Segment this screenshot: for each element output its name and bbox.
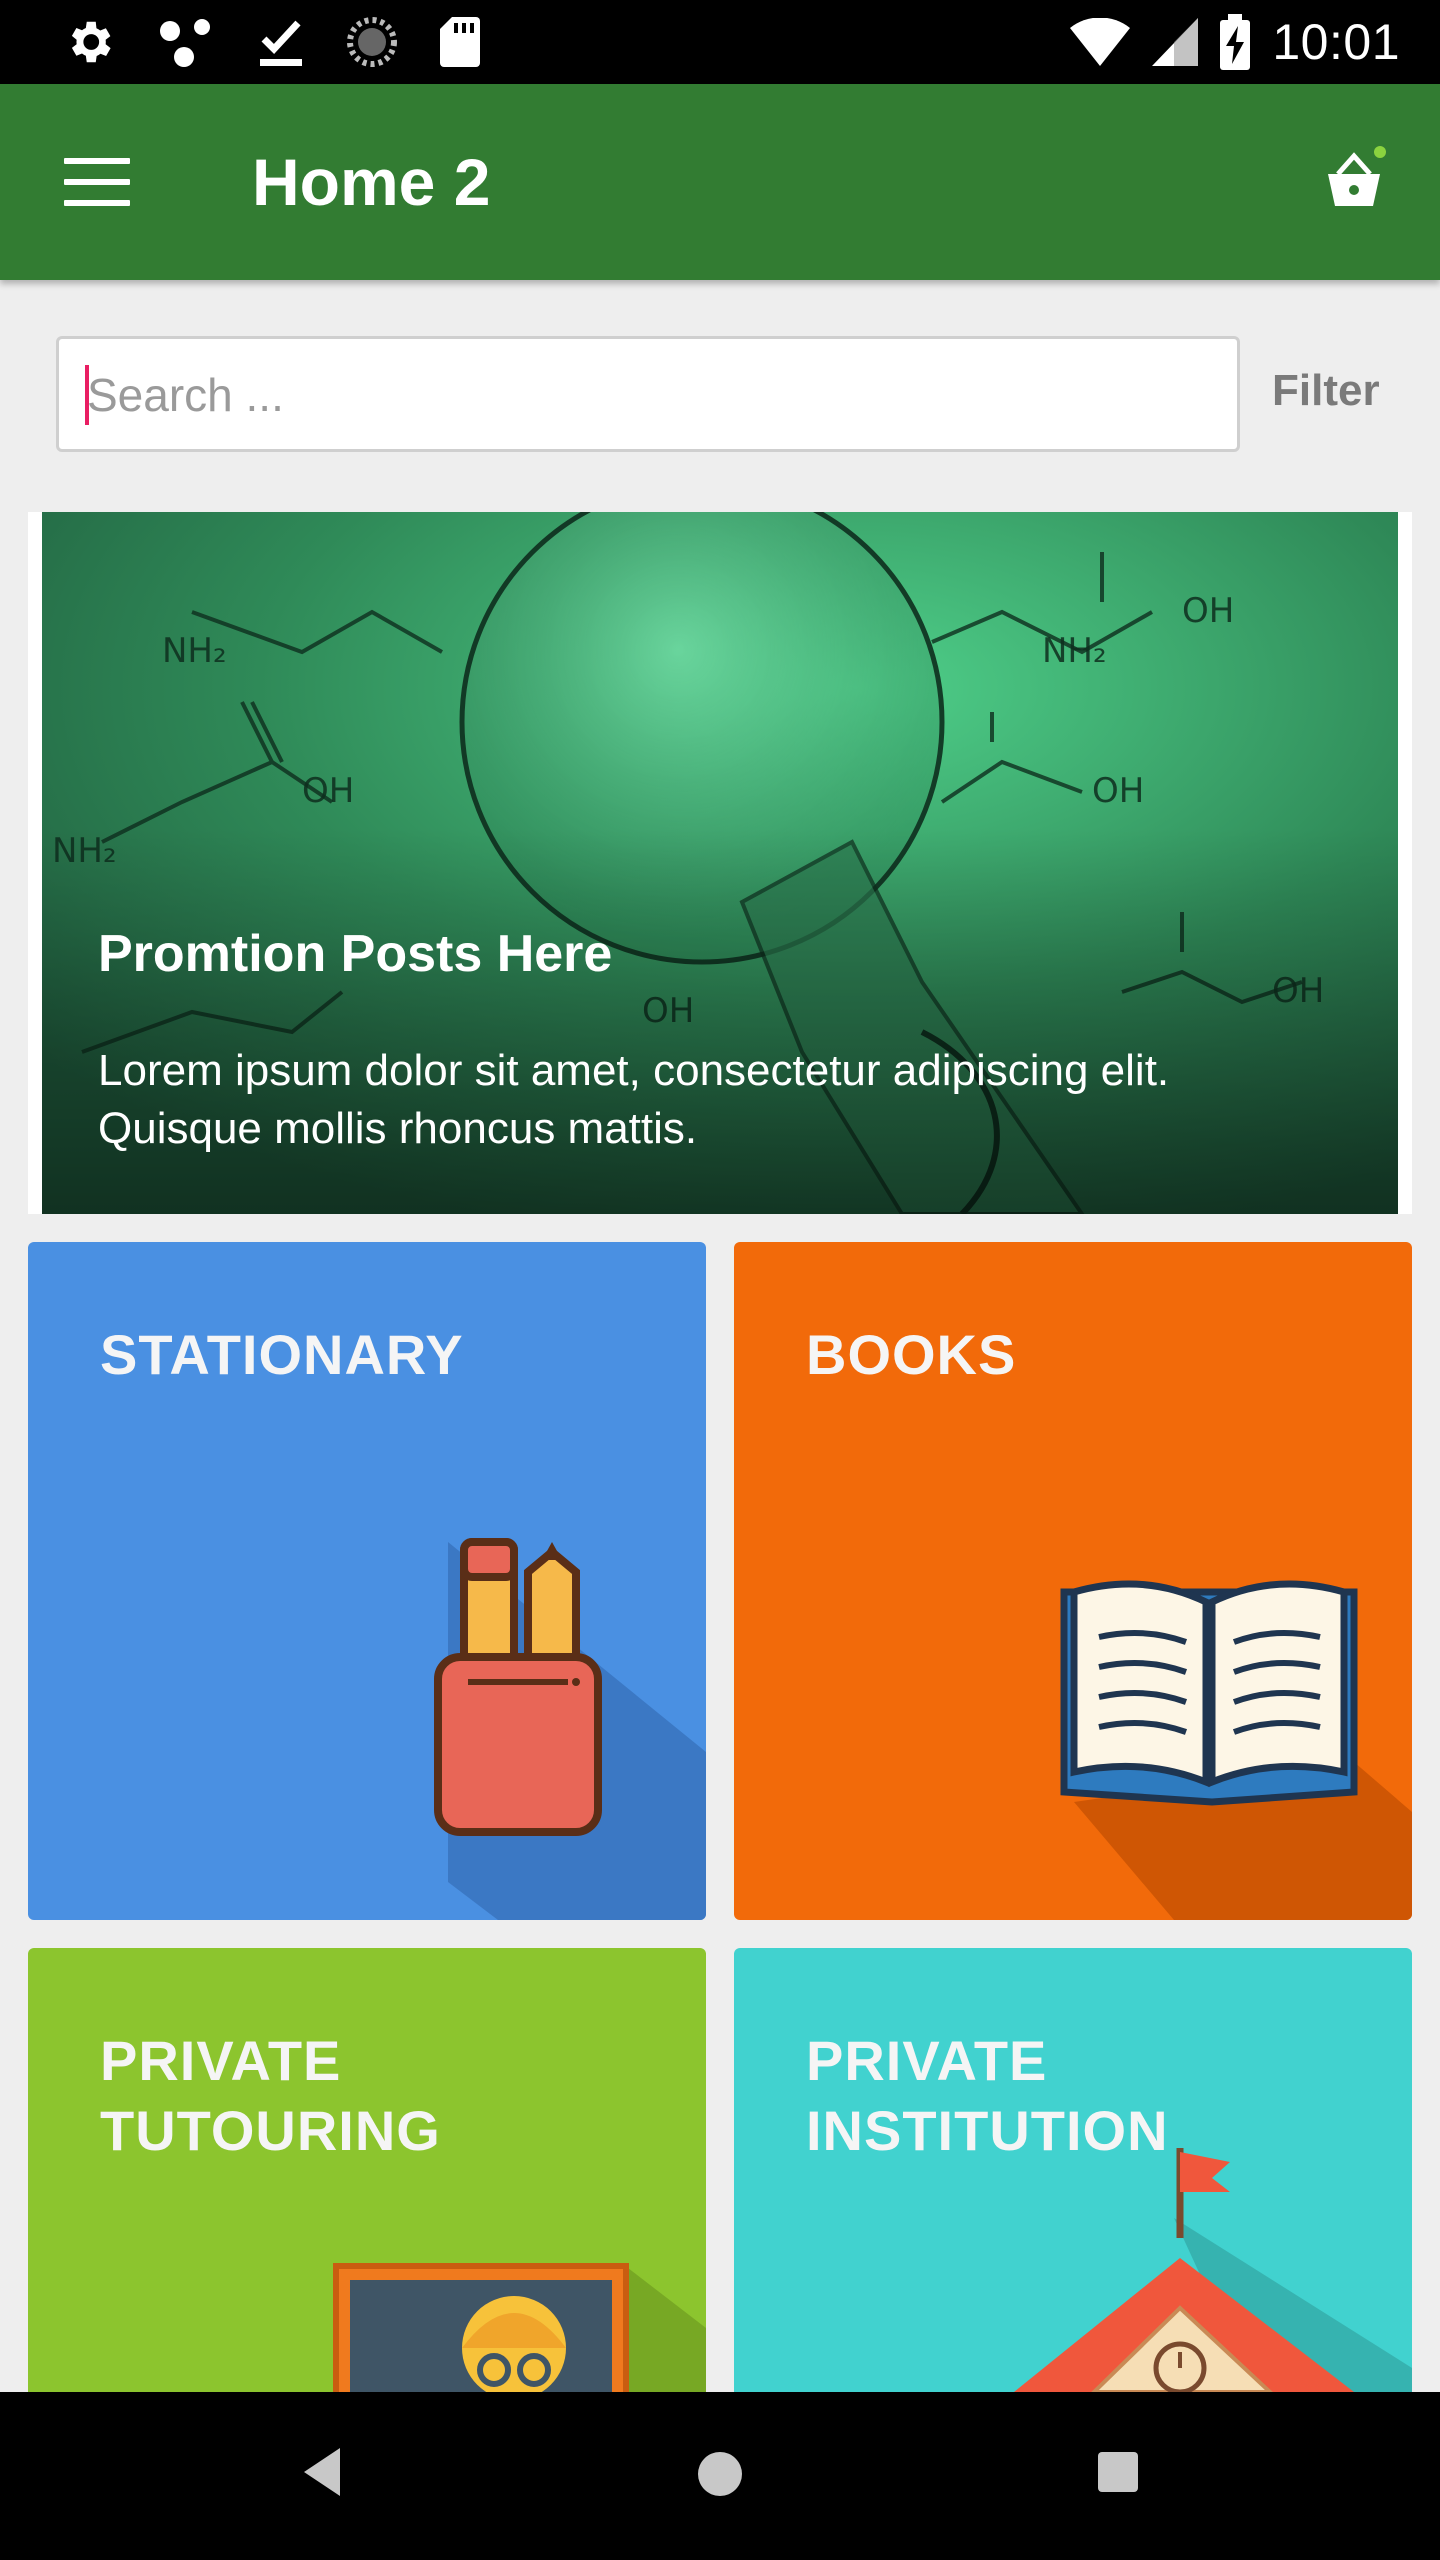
category-tile-stationary[interactable]: STATIONARY xyxy=(28,1242,706,1920)
category-label: PRIVATE TUTOURING xyxy=(100,2029,441,2162)
filter-button[interactable]: Filter xyxy=(1272,366,1380,416)
category-tile-books[interactable]: BOOKS xyxy=(734,1242,1412,1920)
settings-icon xyxy=(71,21,111,63)
hamburger-menu-icon[interactable] xyxy=(64,158,130,206)
download-done-icon xyxy=(260,20,302,66)
promotion-description: Lorem ipsum dolor sit amet, consectetur … xyxy=(98,1046,1170,1153)
category-tile-private-institution[interactable]: PRIVATE INSTITUTION xyxy=(734,1948,1412,2392)
sd-card-icon xyxy=(440,17,480,67)
home-icon[interactable] xyxy=(696,2450,744,2498)
category-label: PRIVATE INSTITUTION xyxy=(806,2029,1169,2162)
text-cursor xyxy=(85,365,89,425)
status-time: 10:01 xyxy=(1272,14,1400,70)
category-label: STATIONARY xyxy=(100,1323,464,1386)
dots-icon xyxy=(160,19,210,67)
school-building-icon xyxy=(1014,2148,1412,2392)
cart-badge xyxy=(1374,146,1386,158)
navigation-bar xyxy=(0,2392,1440,2560)
tutor-board-icon xyxy=(333,2263,706,2392)
page-title: Home 2 xyxy=(252,145,491,219)
status-right-icons: 10:01 xyxy=(1070,10,1400,74)
search-input[interactable] xyxy=(85,339,1209,451)
category-tile-private-tutouring[interactable]: PRIVATE TUTOURING xyxy=(28,1948,706,2392)
back-icon[interactable] xyxy=(298,2444,344,2500)
signal-icon xyxy=(1152,18,1199,66)
status-left-icons xyxy=(62,14,480,70)
wifi-icon xyxy=(1070,18,1131,66)
category-label: BOOKS xyxy=(806,1323,1017,1386)
status-bar: 10:01 xyxy=(0,0,1440,84)
sync-circle-icon xyxy=(347,17,397,67)
app-bar: Home 2 xyxy=(0,84,1440,280)
search-row: Filter xyxy=(56,336,1396,458)
promotion-banner[interactable]: NH₂ OH NH₂ NH₂ OH OH OH OH Promtion Post… xyxy=(28,512,1412,1214)
promotion-title: Promtion Posts Here xyxy=(98,925,613,983)
shopping-basket-icon[interactable] xyxy=(1318,146,1390,218)
battery-charging-icon xyxy=(1220,14,1251,70)
search-box xyxy=(56,336,1240,452)
recents-icon[interactable] xyxy=(1096,2450,1140,2494)
